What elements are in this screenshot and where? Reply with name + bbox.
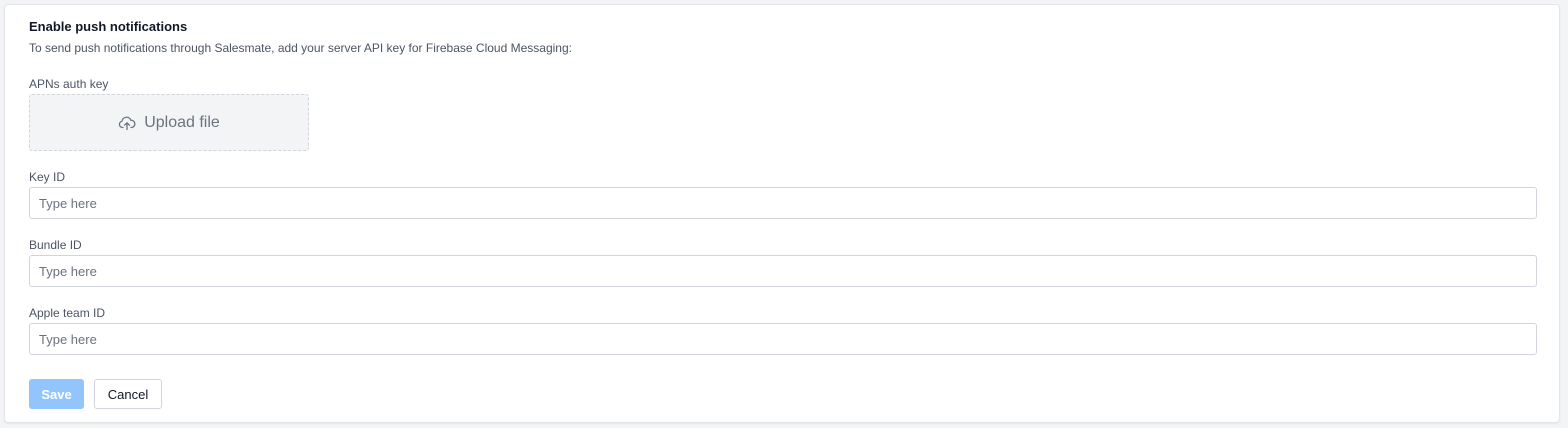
- cancel-button[interactable]: Cancel: [94, 379, 162, 409]
- upload-file-label: Upload file: [144, 113, 220, 131]
- cloud-upload-icon: [118, 115, 136, 131]
- upload-file-button[interactable]: Upload file: [29, 94, 309, 151]
- section-description: To send push notifications through Sales…: [29, 41, 572, 55]
- key-id-input[interactable]: [29, 187, 1537, 219]
- key-id-label: Key ID: [29, 170, 66, 184]
- bundle-id-input[interactable]: [29, 255, 1537, 287]
- save-button[interactable]: Save: [29, 379, 84, 409]
- section-title: Enable push notifications: [29, 19, 188, 34]
- apple-team-id-label: Apple team ID: [29, 306, 106, 320]
- apns-auth-key-label: APNs auth key: [29, 77, 109, 91]
- bundle-id-label: Bundle ID: [29, 238, 82, 252]
- apple-team-id-input[interactable]: [29, 323, 1537, 355]
- push-notifications-card: Enable push notifications To send push n…: [4, 4, 1560, 423]
